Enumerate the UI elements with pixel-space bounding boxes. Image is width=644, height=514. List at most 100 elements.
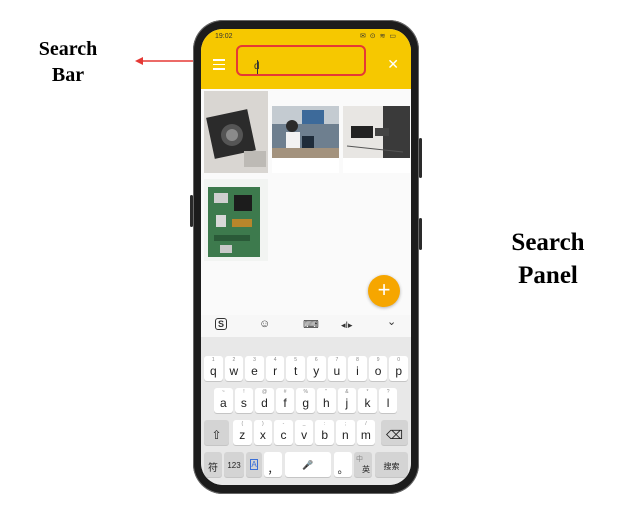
key-hint: ~: [221, 389, 225, 395]
workshop-photo: [272, 106, 339, 158]
backspace-icon: ⌫: [386, 428, 403, 442]
annotation-line: Panel: [518, 262, 578, 289]
language-badge: A: [250, 459, 258, 470]
key-hint: -: [282, 421, 285, 427]
comma-key[interactable]: ，: [264, 452, 282, 477]
key-w[interactable]: 2w: [224, 356, 244, 381]
key-hint: 0: [397, 357, 401, 363]
key-hint: &: [345, 389, 349, 395]
key-hint: _: [302, 421, 306, 427]
key-label: e: [251, 364, 258, 378]
key-hint: 5: [294, 357, 298, 363]
shift-key[interactable]: ⇧: [204, 420, 229, 445]
collapse-keyboard-icon[interactable]: ⌄: [387, 315, 396, 328]
keyboard-icon[interactable]: ⌨: [303, 318, 319, 331]
search-bar-annotation: Search Bar: [18, 36, 118, 88]
key-y[interactable]: 6y: [307, 356, 326, 381]
key-u[interactable]: 7u: [327, 356, 347, 381]
image-thumbnail[interactable]: [204, 91, 268, 173]
phone-frame: 19:02 ✉ ⊙ ≋ ▭ d ✕: [190, 20, 422, 494]
annotation-line: Search: [511, 229, 585, 256]
key-s[interactable]: ! s: [234, 388, 254, 413]
keyboard: 1q2w3e4r5t6y7u8i9o0p ~ a! s @ d # f% g " h & j * k? l …: [201, 337, 411, 485]
key-hint: ": [325, 389, 328, 395]
electronics-photo: [343, 106, 410, 158]
key-label: t: [294, 364, 298, 378]
space-key[interactable]: 🎤: [285, 452, 331, 477]
image-thumbnail[interactable]: [343, 106, 410, 173]
power-button: [419, 138, 422, 178]
key-label: x: [259, 428, 266, 442]
camera-lens-photo: [204, 91, 268, 173]
search-key[interactable]: 搜索: [375, 452, 408, 477]
language-switch-key[interactable]: 中 英: [354, 452, 372, 477]
keyboard-toolbar: S ☺ ⌨ ◂I▸ ⌄: [201, 315, 411, 337]
key-label: v: [301, 428, 308, 442]
key-hint: (: [241, 421, 244, 427]
key-d[interactable]: @ d: [255, 388, 274, 413]
key-hint: 7: [335, 357, 339, 363]
key-label: d: [261, 396, 268, 410]
image-thumbnail[interactable]: [272, 106, 339, 173]
annotation-line: Search: [38, 38, 98, 60]
key-g[interactable]: % g: [296, 388, 315, 413]
status-time: 19:02: [215, 33, 233, 40]
annotation-line: Bar: [51, 64, 85, 86]
key-i[interactable]: 8i: [348, 356, 367, 381]
key-x[interactable]: ) x: [253, 420, 273, 445]
circuit-board-photo: [204, 179, 268, 261]
key-v[interactable]: _ v: [294, 420, 314, 445]
key-hint: ): [262, 421, 264, 427]
key-label: a: [219, 396, 227, 410]
key-p[interactable]: 0p: [389, 356, 408, 381]
backspace-key[interactable]: ⌫: [381, 420, 408, 445]
key-o[interactable]: 9o: [368, 356, 388, 381]
switch-top-label: 中: [356, 456, 363, 463]
key-e[interactable]: 3e: [245, 356, 264, 381]
key-l[interactable]: ? l: [378, 388, 398, 413]
key-m[interactable]: / m: [356, 420, 376, 445]
key-label: l: [386, 396, 390, 410]
switch-bottom-label: 英: [362, 465, 370, 474]
key-b[interactable]: :b: [315, 420, 334, 445]
search-key-label: 搜索: [383, 462, 400, 471]
menu-icon[interactable]: [213, 59, 225, 70]
language-badge-key[interactable]: A: [246, 452, 262, 477]
emoji-icon[interactable]: ☺: [259, 318, 270, 330]
key-label: c: [280, 428, 287, 442]
key-hint: ;: [344, 421, 346, 427]
symbols-key[interactable]: 符: [204, 452, 222, 477]
number-key[interactable]: 123: [224, 452, 244, 477]
key-label: o: [374, 364, 382, 378]
key-label: r: [273, 364, 278, 378]
key-a[interactable]: ~ a: [214, 388, 233, 413]
key-hint: 9: [376, 357, 380, 363]
key-k[interactable]: * k: [358, 388, 377, 413]
microphone-icon: 🎤: [302, 460, 314, 470]
ime-logo-icon[interactable]: S: [215, 318, 228, 330]
cursor-move-icon[interactable]: ◂I▸: [341, 320, 353, 331]
key-z[interactable]: (z: [233, 420, 252, 445]
key-t[interactable]: 5t: [286, 356, 305, 381]
close-icon[interactable]: ✕: [387, 56, 399, 73]
key-c[interactable]: -c: [274, 420, 293, 445]
key-label: g: [302, 396, 310, 410]
key-label: s: [240, 396, 247, 410]
key-q[interactable]: 1q: [204, 356, 223, 381]
key-label: k: [364, 396, 371, 410]
search-bar-highlight: [236, 45, 366, 76]
key-label: y: [313, 364, 320, 378]
key-r[interactable]: 4r: [265, 356, 285, 381]
period-label: 。: [337, 464, 349, 476]
key-h[interactable]: " h: [317, 388, 336, 413]
key-hint: /: [365, 421, 367, 427]
add-button[interactable]: +: [368, 275, 400, 307]
key-j[interactable]: & j: [337, 388, 357, 413]
period-key[interactable]: 。: [334, 452, 352, 477]
key-label: h: [322, 396, 330, 410]
image-thumbnail[interactable]: [204, 179, 268, 261]
key-n[interactable]: ; n: [336, 420, 355, 445]
key-hint: 1: [211, 357, 215, 363]
key-f[interactable]: # f: [275, 388, 295, 413]
key-label: p: [395, 364, 403, 378]
